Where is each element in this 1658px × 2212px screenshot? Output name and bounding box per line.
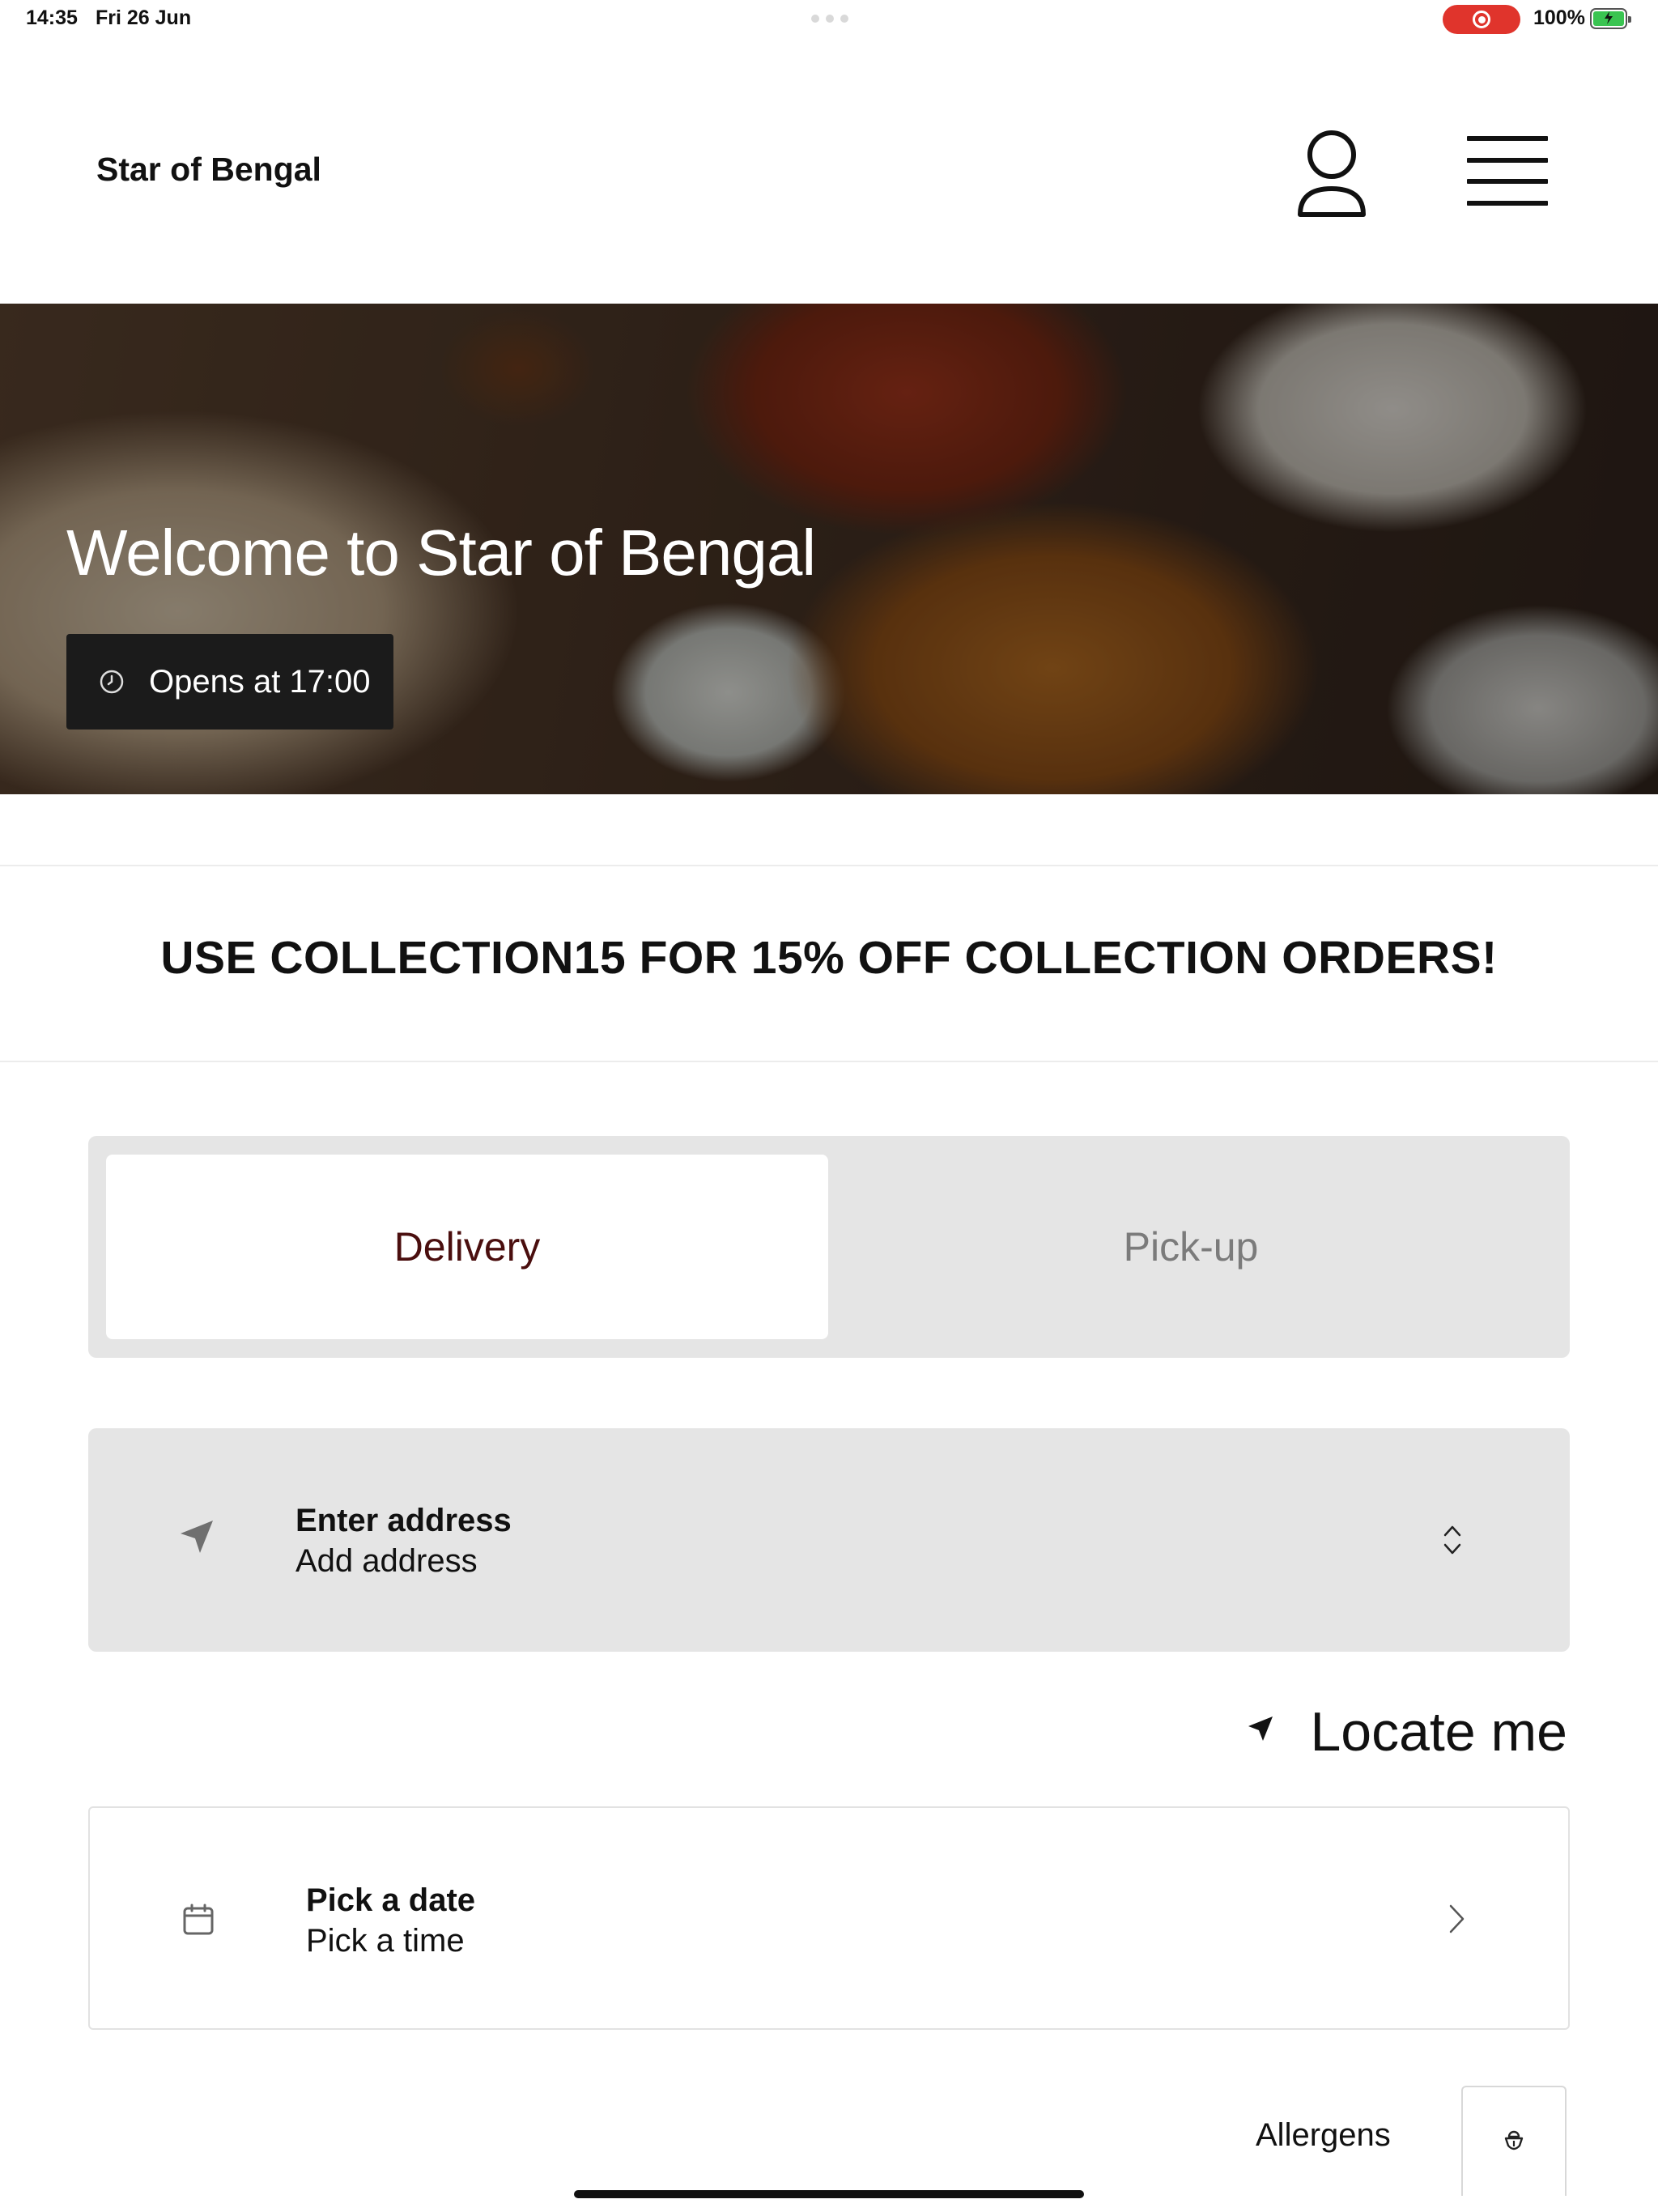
address-subtitle: Add address (295, 1543, 478, 1579)
hero-title: Welcome to Star of Bengal (66, 517, 816, 589)
delivery-option[interactable]: Delivery (106, 1155, 828, 1339)
time-subtitle: Pick a time (306, 1923, 465, 1959)
allergen-icon (1504, 2130, 1524, 2150)
home-indicator[interactable] (574, 2190, 1084, 2198)
location-arrow-icon (1248, 1716, 1273, 1741)
order-mode-toggle: Delivery Pick-up (88, 1136, 1570, 1358)
allergens-button[interactable] (1461, 2086, 1567, 2196)
divider (0, 865, 1658, 866)
promo-banner: USE COLLECTION15 FOR 15% OFF COLLECTION … (160, 932, 1498, 984)
clock-icon (100, 670, 124, 694)
chevron-right-icon (1449, 1904, 1465, 1933)
hamburger-menu-icon (1467, 136, 1548, 141)
opening-hours-badge: Opens at 17:00 (66, 634, 393, 730)
brand-name[interactable]: Star of Bengal (96, 151, 321, 189)
allergens-label[interactable]: Allergens (1256, 2117, 1391, 2154)
address-selector[interactable]: Enter address Add address (88, 1428, 1570, 1652)
pickup-option[interactable]: Pick-up (830, 1155, 1552, 1339)
battery-percentage: 100% (1533, 6, 1585, 29)
address-title: Enter address (295, 1503, 512, 1538)
menu-button[interactable] (1467, 136, 1548, 206)
calendar-icon (183, 1904, 214, 1935)
hero-banner: Welcome to Star of Bengal Opens at 17:00 (0, 304, 1658, 794)
account-button[interactable] (1295, 125, 1368, 219)
user-icon (1298, 130, 1366, 217)
multitasking-dots[interactable] (811, 15, 848, 23)
status-bar: 14:35 Fri 26 Jun 100% (0, 0, 1658, 39)
record-icon (1473, 11, 1490, 28)
divider (0, 1061, 1658, 1062)
locate-me-label: Locate me (1310, 1701, 1567, 1763)
status-date: Fri 26 Jun (96, 6, 192, 29)
screen-recording-indicator[interactable] (1443, 5, 1520, 34)
locate-me-button[interactable]: Locate me (1247, 1692, 1571, 1770)
status-time: 14:35 (26, 6, 78, 29)
navigation-arrow-icon (181, 1521, 213, 1553)
chevron-up-down-icon (1443, 1525, 1461, 1555)
date-title: Pick a date (306, 1882, 476, 1918)
battery-icon (1590, 8, 1631, 29)
schedule-selector[interactable]: Pick a date Pick a time (88, 1806, 1570, 2030)
opening-hours-text: Opens at 17:00 (149, 663, 371, 700)
